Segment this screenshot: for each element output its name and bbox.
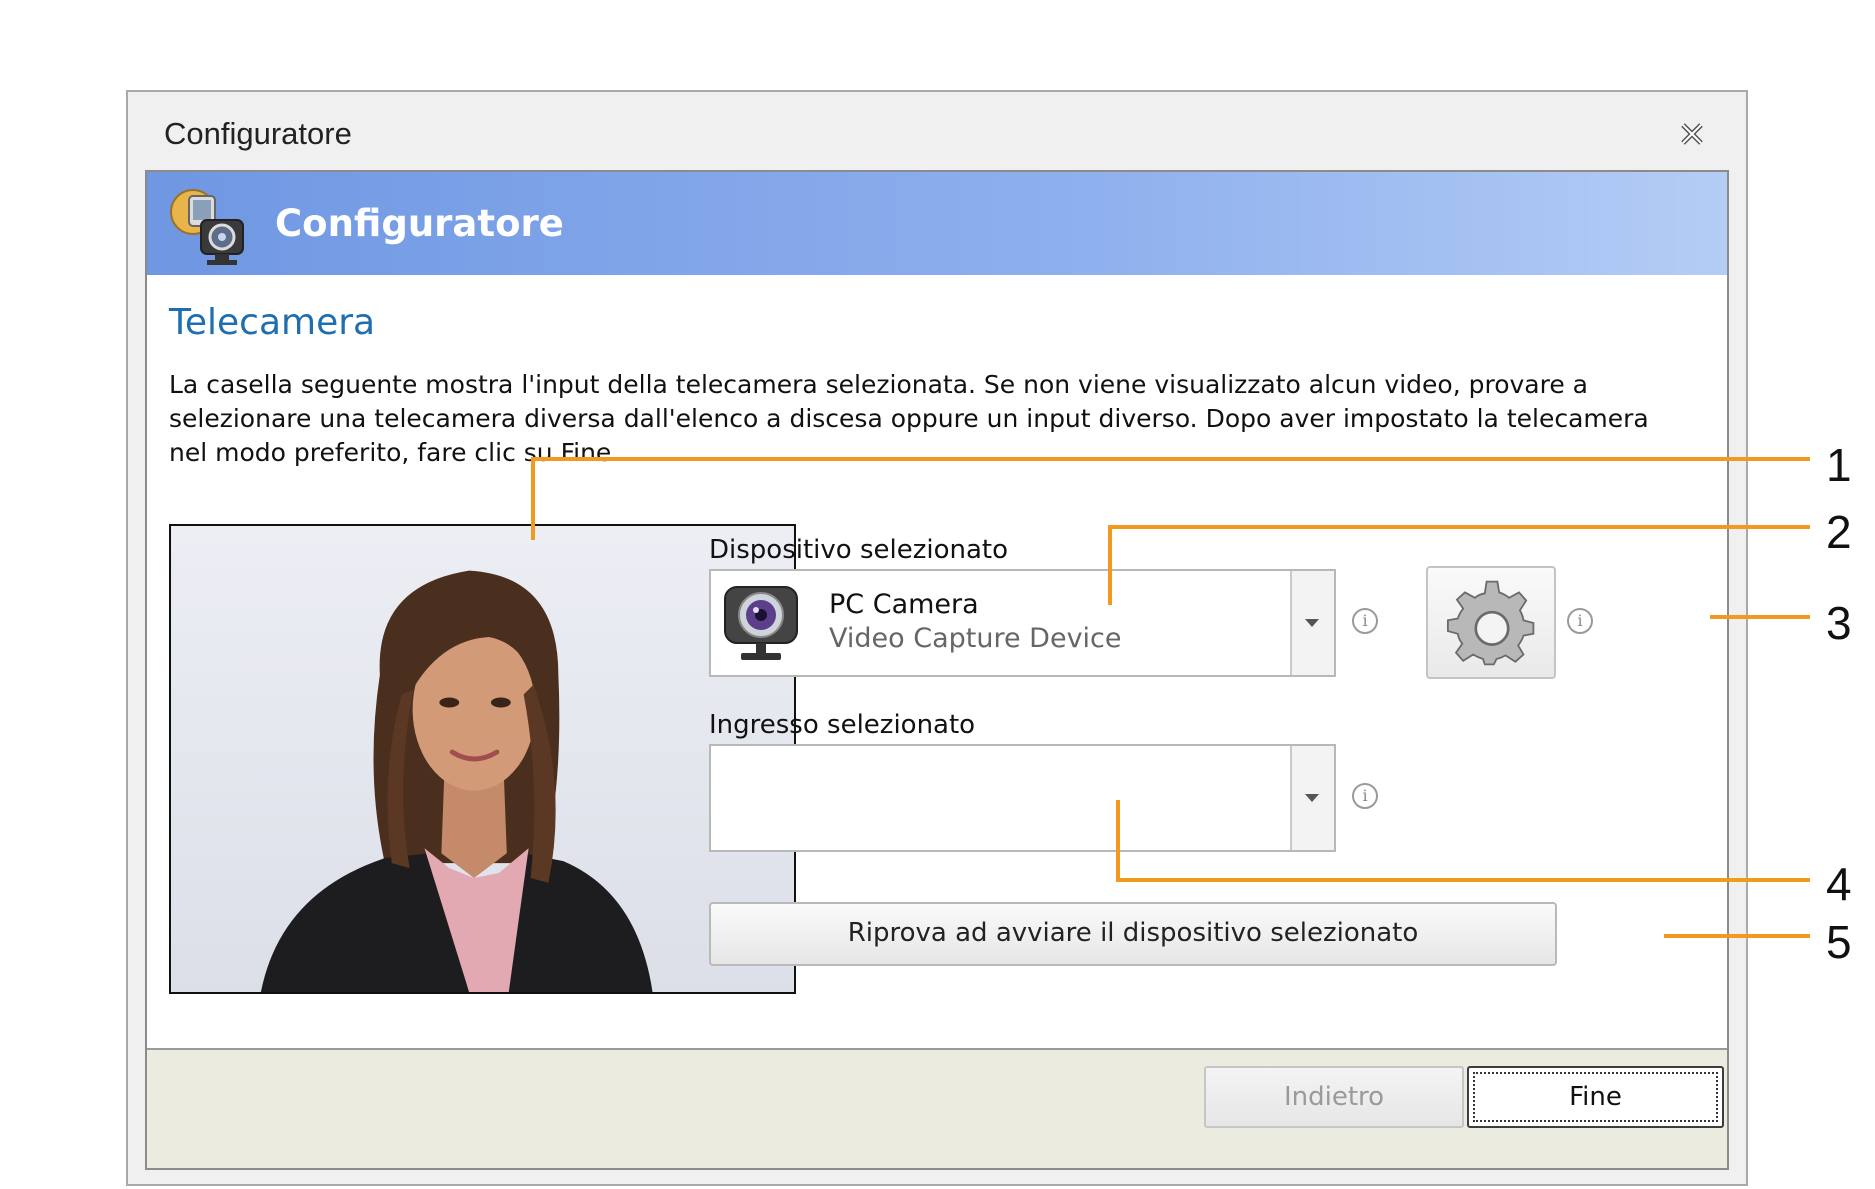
finish-button[interactable]: Fine	[1467, 1066, 1724, 1128]
device-settings-button[interactable]	[1426, 566, 1556, 679]
camera-preview-image	[171, 526, 794, 992]
banner-title: Configuratore	[275, 202, 564, 245]
main-panel: Configuratore Telecamera La casella segu…	[145, 170, 1729, 1170]
chevron-down-icon	[1305, 794, 1319, 802]
callout-number-4: 4	[1826, 858, 1852, 910]
callout-number-3: 3	[1826, 597, 1852, 649]
title-bar: Configuratore	[128, 92, 1746, 170]
input-info-icon[interactable]: i	[1352, 783, 1378, 809]
camera-app-icon	[170, 189, 244, 265]
device-label: Dispositivo selezionato	[709, 535, 1008, 565]
callout-number-2: 2	[1826, 506, 1852, 558]
input-dropdown-arrow[interactable]	[1290, 746, 1334, 850]
callout-number-5: 5	[1826, 916, 1852, 968]
input-label: Ingresso selezionato	[709, 710, 976, 740]
section-title: Telecamera	[169, 302, 376, 343]
device-dropdown-arrow[interactable]	[1290, 571, 1334, 675]
webcam-icon	[724, 586, 798, 660]
gear-icon	[1447, 580, 1535, 666]
back-button[interactable]: Indietro	[1204, 1066, 1464, 1128]
footer-bar: Indietro Fine	[147, 1048, 1727, 1168]
header-banner: Configuratore	[147, 172, 1727, 275]
description-text: La casella seguente mostra l'input della…	[169, 370, 1649, 467]
camera-preview	[169, 524, 796, 994]
focus-rectangle	[1473, 1072, 1718, 1122]
device-type: Video Capture Device	[829, 623, 1122, 654]
info-icon[interactable]: i	[1352, 608, 1378, 634]
window-title: Configuratore	[164, 116, 352, 151]
device-dropdown[interactable]: PC Camera Video Capture Device	[709, 569, 1336, 677]
close-icon[interactable]	[1678, 120, 1706, 148]
device-name: PC Camera	[829, 589, 979, 620]
chevron-down-icon	[1305, 619, 1319, 627]
configurator-dialog: Configuratore Configuratore Telecamera L…	[126, 90, 1748, 1186]
retry-start-device-button[interactable]: Riprova ad avviare il dispositivo selezi…	[709, 902, 1557, 966]
settings-info-icon[interactable]: i	[1567, 608, 1593, 634]
callout-number-1: 1	[1826, 439, 1852, 491]
input-dropdown[interactable]	[709, 744, 1336, 852]
